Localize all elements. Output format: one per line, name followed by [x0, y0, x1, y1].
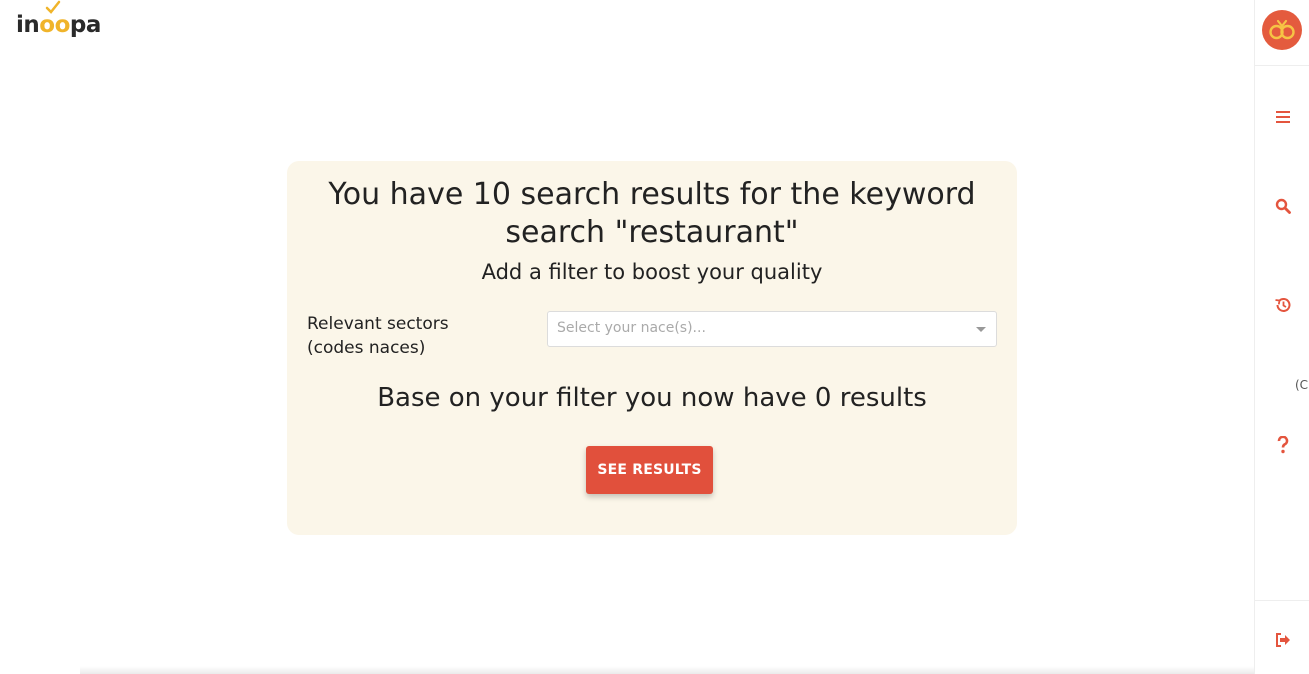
history-glyph	[1275, 298, 1291, 312]
owl-glyph-icon	[1269, 19, 1295, 40]
hamburger-icon[interactable]	[1255, 108, 1309, 127]
question-icon[interactable]	[1255, 436, 1309, 458]
see-results-button[interactable]: SEE RESULTS	[586, 446, 713, 494]
right-sidebar: (C	[1254, 0, 1309, 674]
logo-suffix: pa	[69, 12, 101, 38]
filter-card: You have 10 search results for the keywo…	[287, 161, 1017, 535]
owl-logo-icon[interactable]	[1262, 10, 1302, 50]
search-glyph	[1275, 198, 1291, 214]
bottom-shadow	[80, 666, 1254, 674]
sidebar-divider	[1255, 65, 1309, 66]
logo-mid: oo	[39, 12, 70, 38]
chevron-down-icon	[976, 327, 986, 332]
search-icon[interactable]	[1255, 198, 1309, 218]
nace-select[interactable]: Select your nace(s)...	[547, 311, 997, 347]
history-icon[interactable]	[1255, 297, 1309, 317]
logo-check-icon	[46, 0, 61, 14]
hamburger-glyph	[1275, 111, 1290, 123]
sidebar-clipped-text: (C	[1295, 378, 1309, 392]
sign-out-icon[interactable]	[1255, 632, 1309, 651]
sectors-label: Relevant sectors (codes naces)	[307, 314, 449, 358]
sign-out-glyph	[1275, 633, 1290, 647]
nace-select-placeholder: Select your nace(s)...	[557, 320, 706, 336]
filtered-results-count: Base on your filter you now have 0 resul…	[377, 383, 927, 413]
sidebar-divider-bottom	[1255, 600, 1309, 601]
logo-mark: oo	[39, 0, 70, 38]
page: in oo pa You have 10 search results for …	[0, 0, 1309, 674]
results-headline: You have 10 search results for the keywo…	[328, 177, 976, 250]
brand-logo[interactable]: in oo pa	[16, 0, 101, 38]
filter-subheading: Add a filter to boost your quality	[481, 260, 823, 284]
question-glyph	[1277, 436, 1288, 454]
logo-prefix: in	[16, 12, 40, 38]
